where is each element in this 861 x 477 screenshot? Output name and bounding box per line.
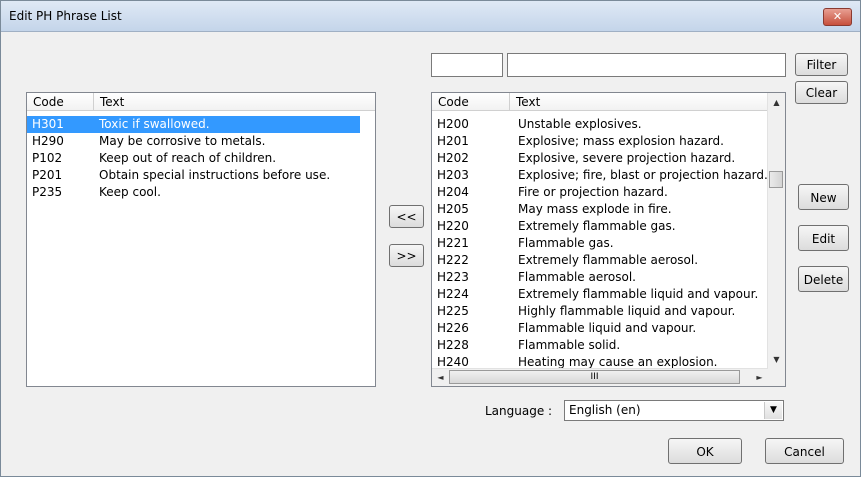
list-item[interactable]: H225 Highly flammable liquid and vapour. — [432, 303, 768, 320]
available-phrases-list[interactable]: Code Text H200 Unstable explosives. H201 Ex… — [431, 92, 786, 387]
list-item[interactable]: H301 Toxic if swallowed. — [27, 116, 360, 133]
filter-text-input[interactable] — [507, 53, 786, 77]
list-item[interactable]: H228 Flammable solid. — [432, 337, 768, 354]
edit-ph-phrase-list-dialog: Edit PH Phrase List ✕ Filter Clear Code … — [0, 0, 861, 477]
phrase-code: H221 — [437, 236, 469, 250]
list-item[interactable]: H223 Flammable aerosol. — [432, 269, 768, 286]
new-button[interactable]: New — [798, 184, 849, 210]
vertical-scrollbar[interactable]: ▲ ▼ — [767, 93, 785, 369]
list-item[interactable]: H222 Extremely flammable aerosol. — [432, 252, 768, 269]
phrase-text: Highly flammable liquid and vapour. — [518, 304, 736, 318]
column-header-code[interactable]: Code — [432, 93, 510, 111]
list-item[interactable]: P235 Keep cool. — [27, 184, 360, 201]
phrase-code: H226 — [437, 321, 469, 335]
cancel-button[interactable]: Cancel — [765, 438, 844, 464]
phrase-code: P235 — [32, 185, 63, 199]
close-button[interactable]: ✕ — [823, 8, 852, 26]
column-header-text[interactable]: Text — [94, 93, 375, 111]
phrase-code: H228 — [437, 338, 469, 352]
title-bar: Edit PH Phrase List ✕ — [1, 1, 860, 32]
selected-phrases-list[interactable]: Code Text H301 Toxic if swallowed. H290 May… — [26, 92, 376, 387]
language-select[interactable]: English (en) ▼ — [564, 400, 784, 421]
vertical-scroll-thumb[interactable] — [769, 171, 783, 188]
list-item[interactable]: H205 May mass explode in fire. — [432, 201, 768, 218]
scrollbar-corner — [768, 369, 785, 386]
scroll-up-icon[interactable]: ▲ — [768, 94, 785, 111]
language-label: Language : — [485, 404, 553, 418]
clear-button[interactable]: Clear — [795, 81, 848, 104]
phrase-code: H223 — [437, 270, 469, 284]
scroll-left-icon[interactable]: ◄ — [432, 369, 449, 386]
list-item[interactable]: H226 Flammable liquid and vapour. — [432, 320, 768, 337]
list-item[interactable]: H203 Explosive; fire, blast or projection… — [432, 167, 768, 184]
phrase-code: H224 — [437, 287, 469, 301]
list-item[interactable]: H290 May be corrosive to metals. — [27, 133, 360, 150]
phrase-text: May mass explode in fire. — [518, 202, 672, 216]
phrase-code: H201 — [437, 134, 469, 148]
list-item[interactable]: P201 Obtain special instructions before u… — [27, 167, 360, 184]
horizontal-scroll-thumb[interactable]: III — [449, 370, 740, 384]
list-item[interactable]: H220 Extremely flammable gas. — [432, 218, 768, 235]
filter-code-input[interactable] — [431, 53, 503, 77]
phrase-text: Keep out of reach of children. — [99, 151, 277, 165]
delete-button[interactable]: Delete — [798, 266, 849, 292]
phrase-text: Flammable gas. — [518, 236, 614, 250]
phrase-text: Extremely flammable aerosol. — [518, 253, 699, 267]
phrase-code: H205 — [437, 202, 469, 216]
phrase-text: Flammable liquid and vapour. — [518, 321, 697, 335]
phrase-text: Flammable aerosol. — [518, 270, 636, 284]
phrase-text: Explosive; fire, blast or projection haz… — [518, 168, 768, 182]
window-title: Edit PH Phrase List — [9, 9, 122, 23]
list-item[interactable]: P102 Keep out of reach of children. — [27, 150, 360, 167]
phrase-text: Obtain special instructions before use. — [99, 168, 331, 182]
phrase-code: H301 — [32, 117, 64, 131]
phrase-code: H220 — [437, 219, 469, 233]
phrase-code: H225 — [437, 304, 469, 318]
phrase-text: May be corrosive to metals. — [99, 134, 266, 148]
column-header-code[interactable]: Code — [27, 93, 94, 111]
phrase-text: Extremely flammable gas. — [518, 219, 676, 233]
phrase-code: P102 — [32, 151, 63, 165]
phrase-code: H222 — [437, 253, 469, 267]
edit-button[interactable]: Edit — [798, 225, 849, 251]
chevron-down-icon[interactable]: ▼ — [764, 402, 782, 419]
horizontal-scrollbar[interactable]: ◄ III ► — [432, 368, 768, 386]
column-header-text[interactable]: Text — [510, 93, 770, 111]
phrase-text: Flammable solid. — [518, 338, 621, 352]
phrase-text: Unstable explosives. — [518, 117, 642, 131]
phrase-code: H204 — [437, 185, 469, 199]
list-item[interactable]: H201 Explosive; mass explosion hazard. — [432, 133, 768, 150]
list-item[interactable]: H202 Explosive, severe projection hazard. — [432, 150, 768, 167]
phrase-text: Toxic if swallowed. — [99, 117, 210, 131]
move-left-button[interactable]: << — [389, 205, 424, 228]
list-item[interactable]: H200 Unstable explosives. — [432, 116, 768, 133]
phrase-text: Keep cool. — [99, 185, 161, 199]
language-value: English (en) — [569, 403, 641, 417]
move-right-button[interactable]: >> — [389, 244, 424, 267]
list-item[interactable]: H224 Extremely flammable liquid and vapou… — [432, 286, 768, 303]
phrase-code: H200 — [437, 117, 469, 131]
phrase-text: Fire or projection hazard. — [518, 185, 668, 199]
list-item[interactable]: H204 Fire or projection hazard. — [432, 184, 768, 201]
scroll-right-icon[interactable]: ► — [751, 369, 768, 386]
filter-button[interactable]: Filter — [795, 53, 848, 76]
phrase-code: H290 — [32, 134, 64, 148]
phrase-text: Explosive; mass explosion hazard. — [518, 134, 724, 148]
phrase-code: P201 — [32, 168, 63, 182]
phrase-code: H203 — [437, 168, 469, 182]
phrase-code: H202 — [437, 151, 469, 165]
phrase-text: Extremely flammable liquid and vapour. — [518, 287, 759, 301]
list-item[interactable]: H221 Flammable gas. — [432, 235, 768, 252]
ok-button[interactable]: OK — [668, 438, 742, 464]
column-header-filler — [360, 93, 375, 111]
scroll-down-icon[interactable]: ▼ — [768, 351, 785, 368]
phrase-text: Explosive, severe projection hazard. — [518, 151, 736, 165]
